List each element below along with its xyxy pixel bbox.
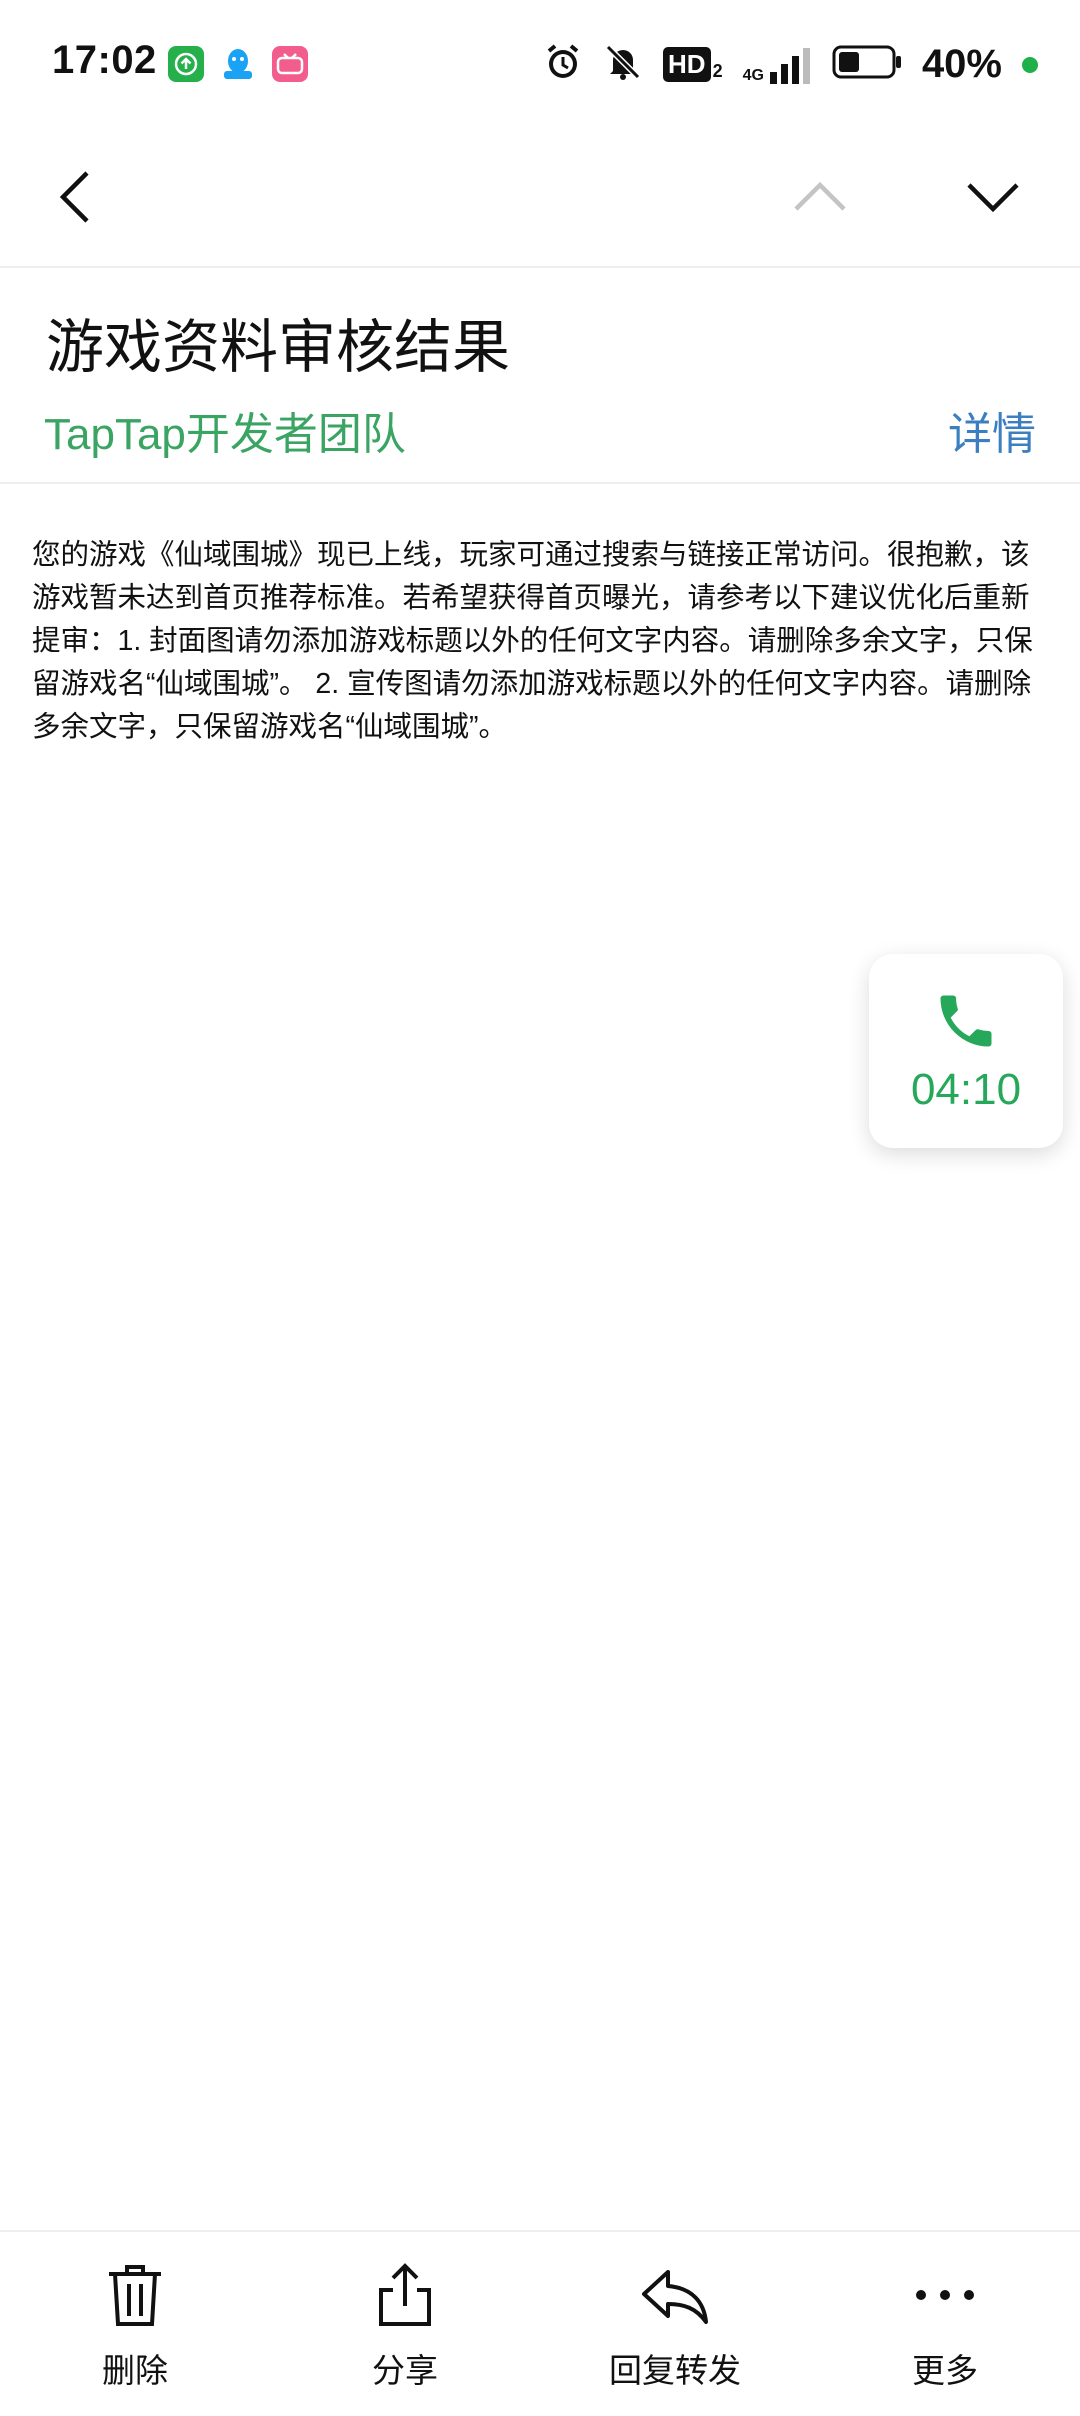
mail-body: 您的游戏《仙域围城》现已上线，玩家可通过搜索与链接正常访问。很抱歉，该游戏暂未达… xyxy=(32,539,1033,743)
status-time: 17:02 xyxy=(52,38,157,82)
floating-call-widget[interactable]: 04:10 xyxy=(869,954,1063,1148)
more-label: 更多 xyxy=(912,2352,978,2389)
reply-forward-label: 回复转发 xyxy=(609,2352,741,2389)
alarm-icon xyxy=(543,42,583,87)
signal-icon: 4G xyxy=(743,46,812,84)
bottom-toolbar: 删除 分享 回复转发 更多 xyxy=(0,2230,1080,2416)
reply-forward-button[interactable]: 回复转发 xyxy=(540,2232,810,2416)
network-type: 4G xyxy=(742,66,764,84)
share-button[interactable]: 分享 xyxy=(270,2232,540,2416)
next-mail-chevron-down-icon xyxy=(967,183,1019,213)
status-bar: 17:02 HD 2 4G 40% xyxy=(0,0,1080,130)
call-duration: 04:10 xyxy=(910,1065,1022,1114)
battery-icon xyxy=(832,44,902,85)
trash-icon xyxy=(109,2265,161,2326)
previous-mail-button[interactable] xyxy=(775,152,865,242)
status-dot xyxy=(1022,56,1038,73)
bell-off-icon xyxy=(603,42,643,87)
status-right: HD 2 4G 40% xyxy=(543,42,1038,87)
top-navigation xyxy=(0,130,1080,268)
back-chevron-icon xyxy=(59,171,89,223)
share-icon xyxy=(379,2263,431,2326)
mail-sender[interactable]: TapTap开发者团队 xyxy=(44,398,406,462)
hd-sub: 2 xyxy=(712,61,723,81)
mail-header: 游戏资料审核结果 TapTap开发者团队 详情 xyxy=(0,268,1080,484)
details-link[interactable]: 详情 xyxy=(948,398,1036,462)
hd-icon: HD 2 xyxy=(663,47,723,82)
status-app-icons xyxy=(168,46,308,82)
reply-icon xyxy=(642,2270,708,2324)
more-dots-icon xyxy=(916,2290,974,2300)
mail-title: 游戏资料审核结果 xyxy=(46,315,511,380)
phone-icon xyxy=(940,995,992,1047)
app-upload-icon xyxy=(168,46,204,82)
delete-button[interactable]: 删除 xyxy=(0,2232,270,2416)
back-button[interactable] xyxy=(30,152,120,242)
delete-label: 删除 xyxy=(102,2352,168,2389)
share-label: 分享 xyxy=(372,2352,438,2389)
app-qq-icon xyxy=(220,46,256,82)
battery-percent: 40% xyxy=(921,42,1002,86)
hd-badge: HD xyxy=(663,47,711,82)
more-button[interactable]: 更多 xyxy=(810,2232,1080,2416)
next-mail-button[interactable] xyxy=(948,152,1038,242)
app-bilibili-icon xyxy=(272,46,308,82)
previous-mail-chevron-up-icon xyxy=(794,181,846,211)
